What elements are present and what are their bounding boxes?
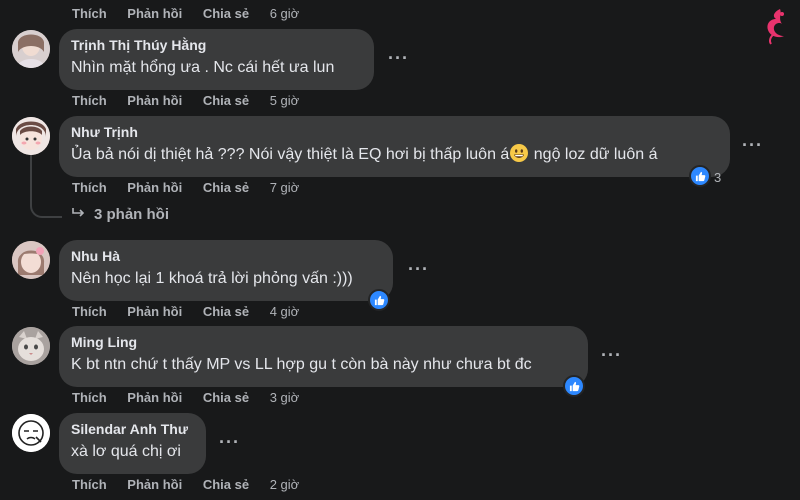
like-thumb-icon[interactable] [368,289,390,311]
comment-author[interactable]: Nhu Hà [71,247,381,265]
comment-text: xà lơ quá chị ơi [71,443,181,460]
comment-bubble: Ming Ling K bt ntn chứ t thấy MP vs LL h… [59,326,588,387]
reply-arrow-icon [72,206,86,223]
comment-actions: Thích Phản hồi Chia sẻ 5 giờ [72,93,316,108]
avatar[interactable] [12,117,50,155]
more-options-icon[interactable]: ··· [408,259,429,280]
like-button[interactable]: Thích [72,180,107,195]
like-thumb-icon[interactable] [689,165,711,187]
reply-button[interactable]: Phản hồi [127,93,182,108]
more-options-icon[interactable]: ··· [388,48,409,69]
comment-author[interactable]: Trịnh Thị Thúy Hằng [71,36,362,54]
comment-author[interactable]: Như Trịnh [71,123,718,141]
comment-timestamp[interactable]: 2 giờ [270,477,300,492]
thread-line [30,152,62,218]
comment-text-part: ngộ loz dữ luôn á [529,146,658,163]
comment-text-part: Ủa bả nói dị thiệt hả ??? Nói vậy thiệt … [71,146,510,163]
comment-bubble: Silendar Anh Thư xà lơ quá chị ơi [59,413,206,474]
replies-count-label[interactable]: 3 phản hồi [94,206,169,223]
comment-text: Nên học lại 1 khoá trả lời phỏng vấn :))… [71,270,353,287]
comment-actions: Thích Phản hồi Chia sẻ 3 giờ [72,390,316,405]
share-button[interactable]: Chia sẻ [203,390,249,405]
share-button[interactable]: Chia sẻ [203,180,249,195]
comment-timestamp[interactable]: 3 giờ [270,390,300,405]
comment-actions: Thích Phản hồi Chia sẻ 2 giờ [72,477,316,492]
more-options-icon[interactable]: ··· [219,432,240,453]
comment-author[interactable]: Ming Ling [71,333,576,351]
comment-bubble: Trịnh Thị Thúy Hằng Nhìn mặt hổng ưa . N… [59,29,374,90]
comment-bubble: Như Trịnh Ủa bả nói dị thiệt hả ??? Nói … [59,116,730,177]
like-button[interactable]: Thích [72,93,107,108]
share-button[interactable]: Chia sẻ [203,477,249,492]
reply-button[interactable]: Phản hồi [127,304,182,319]
comment-timestamp[interactable]: 4 giờ [270,304,300,319]
view-replies-link[interactable]: 3 phản hồi [72,206,169,223]
reply-button[interactable]: Phản hồi [127,180,182,195]
comment-timestamp[interactable]: 7 giờ [270,180,300,195]
avatar[interactable] [12,327,50,365]
more-options-icon[interactable]: ··· [601,345,622,366]
reaction-count[interactable]: 3 [714,170,721,185]
comment-actions: Thích Phản hồi Chia sẻ 7 giờ [72,180,316,195]
comment-timestamp[interactable]: 6 giờ [270,6,300,21]
comment-timestamp[interactable]: 5 giờ [270,93,300,108]
like-button[interactable]: Thích [72,477,107,492]
comment-text: K bt ntn chứ t thấy MP vs LL hợp gu t cò… [71,356,532,373]
comment-actions: Thích Phản hồi Chia sẻ 4 giờ [72,304,316,319]
like-button[interactable]: Thích [72,6,107,21]
more-options-icon[interactable]: ··· [742,135,763,156]
grinning-emoji-icon [510,144,529,162]
share-button[interactable]: Chia sẻ [203,304,249,319]
avatar[interactable] [12,241,50,279]
reply-button[interactable]: Phản hồi [127,390,182,405]
comment-actions-top: Thích Phản hồi Chia sẻ 6 giờ [72,6,316,21]
comment-text: Ủa bả nói dị thiệt hả ??? Nói vậy thiệt … [71,144,718,166]
share-button[interactable]: Chia sẻ [203,6,249,21]
share-button[interactable]: Chia sẻ [203,93,249,108]
comment-bubble: Nhu Hà Nên học lại 1 khoá trả lời phỏng … [59,240,393,301]
comment-text: Nhìn mặt hổng ưa . Nc cái hết ưa lun [71,59,335,76]
like-thumb-icon[interactable] [563,375,585,397]
like-button[interactable]: Thích [72,304,107,319]
reply-button[interactable]: Phản hồi [127,477,182,492]
avatar[interactable] [12,414,50,452]
like-button[interactable]: Thích [72,390,107,405]
brand-logo-icon [760,6,792,46]
comment-author[interactable]: Silendar Anh Thư [71,420,194,438]
reply-button[interactable]: Phản hồi [127,6,182,21]
avatar[interactable] [12,30,50,68]
